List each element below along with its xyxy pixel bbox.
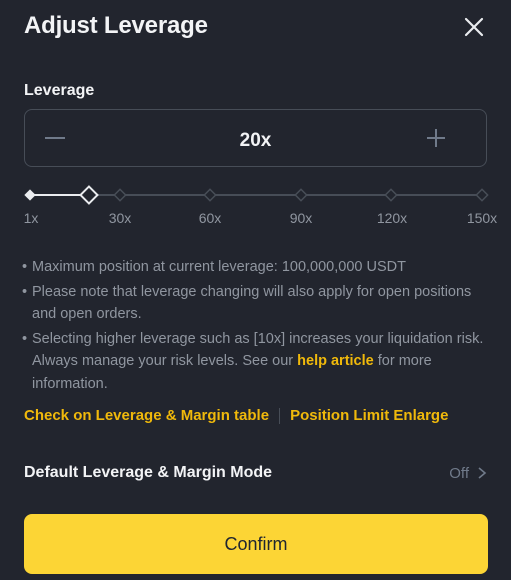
default-leverage-margin-mode-row[interactable]: Default Leverage & Margin Mode Off: [24, 460, 487, 486]
links-row: Check on Leverage & Margin table Positio…: [24, 407, 448, 424]
tick-label-1x[interactable]: 1x: [24, 210, 39, 226]
note-leverage-change: • Please note that leverage changing wil…: [22, 281, 492, 326]
note-max-position: • Maximum position at current leverage: …: [22, 256, 492, 279]
default-mode-status: Off: [449, 464, 469, 482]
note-text: Maximum position at current leverage: 10…: [32, 259, 406, 275]
divider: [279, 407, 281, 424]
dialog-title: Adjust Leverage: [24, 12, 208, 39]
slider-marker-120x: [384, 188, 398, 202]
note-risk: • Selecting higher leverage such as [10x…: [22, 328, 492, 396]
leverage-value[interactable]: 20x: [25, 130, 486, 152]
bullet: •: [22, 330, 28, 347]
note-text: Selecting higher leverage such as [10x] …: [32, 328, 492, 396]
slider-thumb[interactable]: [79, 185, 99, 205]
slider-track[interactable]: [0, 180, 511, 210]
leverage-margin-table-link[interactable]: Check on Leverage & Margin table: [24, 407, 269, 424]
bullet: •: [22, 259, 28, 275]
note-text: Please note that leverage changing will …: [32, 283, 472, 323]
close-icon[interactable]: [462, 15, 486, 39]
tick-label-120x[interactable]: 120x: [377, 210, 407, 226]
bullet: •: [22, 283, 28, 300]
position-limit-enlarge-link[interactable]: Position Limit Enlarge: [290, 407, 448, 424]
chevron-right-icon: [478, 467, 487, 479]
tick-label-90x[interactable]: 90x: [290, 210, 313, 226]
tick-label-60x[interactable]: 60x: [199, 210, 222, 226]
slider-marker-90x: [294, 188, 308, 202]
leverage-stepper[interactable]: 20x: [24, 109, 487, 167]
leverage-label: Leverage: [24, 82, 95, 99]
default-mode-status-group[interactable]: Off: [449, 465, 487, 482]
leverage-notes: • Maximum position at current leverage: …: [22, 256, 492, 397]
slider-marker-60x: [203, 188, 217, 202]
confirm-button[interactable]: Confirm: [24, 514, 488, 574]
default-mode-label: Default Leverage & Margin Mode: [24, 464, 273, 481]
tick-label-150x[interactable]: 150x: [467, 210, 497, 226]
plus-icon[interactable]: [420, 122, 452, 154]
leverage-slider[interactable]: 1x 30x 60x 90x 120x 150x: [0, 180, 511, 230]
tick-label-30x[interactable]: 30x: [109, 210, 132, 226]
help-article-link[interactable]: help article: [297, 353, 374, 369]
slider-marker-1x: [24, 189, 36, 201]
slider-marker-150x: [475, 188, 489, 202]
slider-marker-30x: [113, 188, 127, 202]
